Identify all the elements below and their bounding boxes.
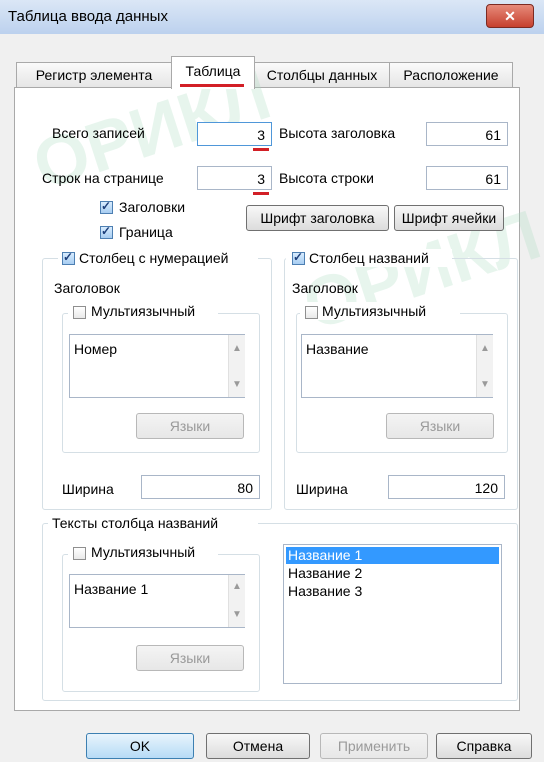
tab-item-register[interactable]: Регистр элемента: [16, 62, 172, 87]
ok-button[interactable]: OK: [86, 733, 194, 759]
numbering-multilang-checkbox[interactable]: [73, 306, 86, 319]
cell-font-button[interactable]: Шрифт ячейки: [394, 205, 504, 231]
list-item[interactable]: Название 2: [288, 565, 362, 582]
numbering-header-label: Заголовок: [54, 280, 120, 296]
numbering-multilang-label: Мультиязычный: [91, 303, 196, 319]
names-text-box[interactable]: Название ▲ ▼: [301, 334, 493, 398]
rows-per-page-marker: [253, 192, 269, 195]
scroll-up-icon[interactable]: ▲: [477, 341, 493, 357]
apply-button[interactable]: Применить: [320, 733, 428, 759]
name-texts-multilang-checkbox[interactable]: [73, 547, 86, 560]
name-texts-multilang-label: Мультиязычный: [91, 544, 196, 560]
close-button[interactable]: ✕: [486, 4, 534, 28]
name-texts-group-label: Тексты столбца названий: [52, 515, 219, 531]
headers-check-label: Заголовки: [119, 199, 186, 215]
scroll-down-icon[interactable]: ▼: [477, 377, 493, 393]
tab-layout[interactable]: Расположение: [389, 62, 513, 87]
help-button[interactable]: Справка: [436, 733, 532, 759]
name-texts-languages-button[interactable]: Языки: [136, 645, 244, 671]
names-width-field[interactable]: 120: [388, 475, 505, 499]
scroll-down-icon[interactable]: ▼: [229, 607, 245, 623]
border-checkbox[interactable]: [100, 224, 113, 239]
total-records-marker: [253, 148, 269, 151]
numbering-text-value: Номер: [74, 341, 118, 357]
names-multilang-checkbox[interactable]: [305, 306, 318, 319]
window-title: Таблица ввода данных: [8, 8, 168, 25]
scroll-down-icon[interactable]: ▼: [229, 377, 245, 393]
total-records-label: Всего записей: [52, 125, 145, 141]
names-list[interactable]: Название 1 Название 2 Название 3: [283, 544, 502, 684]
numbering-column-checkbox[interactable]: [62, 250, 75, 265]
tab-underline-marker: [180, 84, 244, 87]
name-texts-text-value: Название 1: [74, 581, 149, 597]
rows-per-page-label: Строк на странице: [42, 170, 164, 186]
names-text-value: Название: [306, 341, 369, 357]
headers-checkbox[interactable]: [100, 199, 113, 214]
list-item[interactable]: Название 3: [288, 583, 362, 600]
header-height-field[interactable]: 61: [426, 122, 508, 146]
numbering-languages-button[interactable]: Языки: [136, 413, 244, 439]
names-multilang-label: Мультиязычный: [322, 303, 427, 319]
row-height-field[interactable]: 61: [426, 166, 508, 190]
scroll-up-icon[interactable]: ▲: [229, 579, 245, 595]
cancel-button[interactable]: Отмена: [206, 733, 310, 759]
name-texts-scrollbar[interactable]: ▲ ▼: [228, 575, 245, 627]
names-header-label: Заголовок: [292, 280, 358, 296]
numbering-width-label: Ширина: [62, 481, 114, 497]
close-icon: ✕: [504, 8, 516, 24]
numbering-text-box[interactable]: Номер ▲ ▼: [69, 334, 245, 398]
numbering-column-check-label: Столбец с нумерацией: [79, 250, 229, 266]
scroll-up-icon[interactable]: ▲: [229, 341, 245, 357]
names-column-checkbox[interactable]: [292, 250, 305, 265]
header-font-button[interactable]: Шрифт заголовка: [246, 205, 389, 231]
border-check-label: Граница: [119, 224, 173, 240]
names-column-check-label: Столбец названий: [309, 250, 429, 266]
names-width-label: Ширина: [296, 481, 348, 497]
header-height-label: Высота заголовка: [279, 125, 396, 141]
names-languages-button[interactable]: Языки: [386, 413, 494, 439]
numbering-scrollbar[interactable]: ▲ ▼: [228, 335, 245, 397]
total-records-field[interactable]: 3: [197, 122, 272, 146]
names-scrollbar[interactable]: ▲ ▼: [476, 335, 493, 397]
rows-per-page-field[interactable]: 3: [197, 166, 272, 190]
numbering-width-field[interactable]: 80: [141, 475, 260, 499]
row-height-label: Высота строки: [279, 170, 374, 186]
tab-data-columns[interactable]: Столбцы данных: [254, 62, 390, 87]
name-texts-text-box[interactable]: Название 1 ▲ ▼: [69, 574, 245, 628]
list-item[interactable]: Название 1: [286, 547, 499, 564]
